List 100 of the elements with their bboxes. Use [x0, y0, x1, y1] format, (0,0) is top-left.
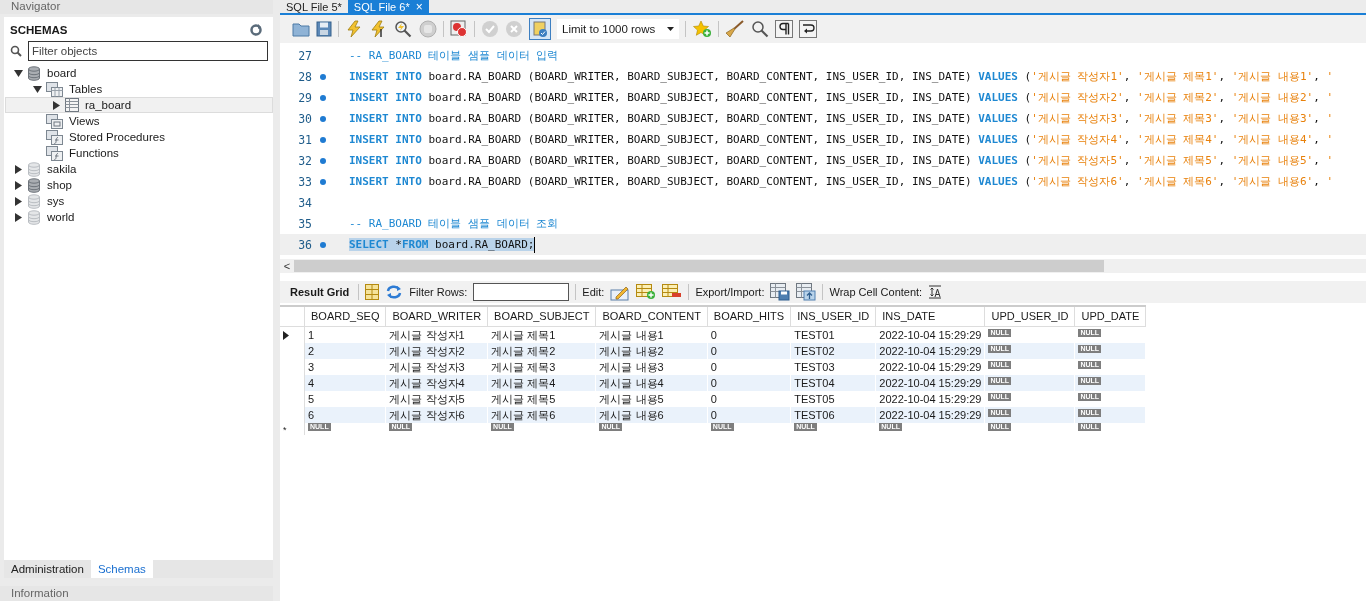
- line-number: 36: [297, 237, 312, 252]
- tree-item[interactable]: shop: [5, 177, 273, 193]
- statement-dot-icon: [320, 157, 326, 164]
- column-header[interactable]: BOARD_SEQ: [304, 306, 386, 327]
- table-cell: 게시글 작성자2: [385, 343, 488, 359]
- code-line: INSERT INTO board.RA_BOARD (BOARD_WRITER, BOARD_SUBJECT, BOARD_CONTENT, INS_USER_ID, INS_DATE) VALUES ('게시글 작성자3', '게시글 제목3', '게시글 내용3', ': [349, 111, 1334, 126]
- column-header[interactable]: BOARD_SUBJECT: [487, 306, 596, 327]
- table-cell: 0: [707, 375, 791, 391]
- text-cursor: [534, 236, 536, 253]
- table-cell: 게시글 제목4: [487, 375, 596, 391]
- expand-arrow-icon[interactable]: [14, 164, 23, 174]
- result-grid-tab[interactable]: Result Grid: [284, 286, 353, 298]
- table-cell: 게시글 제목2: [487, 343, 596, 359]
- expand-arrow-icon[interactable]: [14, 212, 23, 222]
- table-cell: TEST02: [790, 343, 876, 359]
- refresh-icon[interactable]: [385, 284, 404, 300]
- column-header[interactable]: INS_USER_ID: [790, 306, 876, 327]
- lightning-cursor-icon[interactable]: [369, 20, 387, 38]
- tree-item[interactable]: ra_board: [5, 97, 273, 113]
- import-icon[interactable]: [796, 283, 817, 301]
- search-icon: [10, 45, 22, 57]
- statement-dot-icon: [320, 94, 326, 101]
- code-line: INSERT INTO board.RA_BOARD (BOARD_WRITER, BOARD_SUBJECT, BOARD_CONTENT, INS_USER_ID, INS_DATE) VALUES ('게시글 작성자6', '게시글 제목6', '게시글 내용6', ': [349, 174, 1334, 189]
- error-toggle-icon[interactable]: [450, 20, 468, 38]
- star-plus-icon[interactable]: [692, 20, 712, 38]
- column-header[interactable]: UPD_DATE: [1075, 306, 1146, 327]
- toolbar-label: Filter Rows:: [409, 286, 468, 298]
- tree-item[interactable]: Stored Procedures: [5, 129, 273, 145]
- code-line: -- RA_BOARD 테이블 샘플 데이터 입력: [349, 48, 559, 63]
- tree-item[interactable]: board: [5, 65, 273, 81]
- autocommit-toggle-icon[interactable]: [529, 18, 551, 40]
- pilcrow-icon[interactable]: [775, 20, 793, 38]
- table-cell: TEST06: [790, 407, 876, 423]
- tree-item[interactable]: Tables: [5, 81, 273, 97]
- scrollbar-thumb[interactable]: [294, 260, 1104, 272]
- scroll-left-button[interactable]: <: [280, 260, 294, 272]
- export-icon[interactable]: [770, 283, 791, 301]
- line-number: 27: [297, 48, 312, 63]
- tree-item[interactable]: Views: [5, 113, 273, 129]
- expand-arrow-icon[interactable]: [52, 100, 61, 110]
- column-header[interactable]: BOARD_WRITER: [385, 306, 488, 327]
- caret-icon: [667, 27, 674, 31]
- table-cell: 게시글 작성자4: [385, 375, 488, 391]
- routines-group-icon: [46, 129, 63, 145]
- panel-tab[interactable]: Schemas: [90, 560, 153, 578]
- limit-dropdown[interactable]: Limit to 1000 rows: [557, 19, 679, 39]
- expand-arrow-icon[interactable]: [14, 180, 23, 190]
- panel-title: Information: [0, 586, 273, 601]
- table-cell: TEST04: [790, 375, 876, 391]
- filter-rows-field[interactable]: [473, 283, 570, 301]
- code-line: INSERT INTO board.RA_BOARD (BOARD_WRITER, BOARD_SUBJECT, BOARD_CONTENT, INS_USER_ID, INS_DATE) VALUES ('게시글 작성자5', '게시글 제목5', '게시글 내용5', ': [349, 153, 1334, 168]
- toolbar-label: Edit:: [582, 286, 605, 298]
- expand-arrow-icon[interactable]: [14, 196, 23, 206]
- folder-icon[interactable]: [292, 21, 310, 37]
- statement-dot-icon: [320, 115, 326, 122]
- filter-field[interactable]: Filter objects: [28, 41, 268, 61]
- code-line: -- RA_BOARD 테이블 샘플 데이터 조회: [349, 216, 559, 231]
- statement-dot-icon: [320, 73, 326, 80]
- column-header[interactable]: UPD_USER_ID: [984, 306, 1075, 327]
- wrap-icon[interactable]: [799, 20, 817, 38]
- wrap-text-icon[interactable]: [928, 285, 943, 299]
- tree-item[interactable]: sakila: [5, 161, 273, 177]
- table-cell: 0: [707, 407, 791, 423]
- current-row-arrow-icon: [283, 330, 289, 340]
- editor-tab[interactable]: SQL File 6* ×: [347, 0, 429, 13]
- toolbar-label: Wrap Cell Content:: [829, 286, 923, 298]
- tables-group-icon: [46, 81, 63, 97]
- column-header[interactable]: BOARD_HITS: [707, 306, 791, 327]
- collapse-arrow-icon[interactable]: [33, 84, 42, 94]
- broom-icon[interactable]: [725, 20, 745, 38]
- table-cell: 4: [304, 375, 386, 391]
- editor-tab[interactable]: SQL File 5*: [280, 0, 348, 13]
- collapse-arrow-icon[interactable]: [14, 68, 23, 78]
- table-cell: 게시글 내용6: [595, 407, 708, 423]
- line-number: 32: [297, 153, 312, 168]
- tree-item[interactable]: Functions: [5, 145, 273, 161]
- table-cell: 2: [304, 343, 386, 359]
- search-icon[interactable]: [751, 20, 769, 38]
- column-header[interactable]: BOARD_CONTENT: [595, 306, 708, 327]
- new-row-marker: *: [283, 425, 287, 435]
- save-icon[interactable]: [316, 21, 332, 37]
- add-row-icon[interactable]: [636, 284, 657, 300]
- delete-row-icon[interactable]: [662, 284, 683, 300]
- statement-dot-icon: [320, 136, 326, 143]
- tree-item[interactable]: sys: [5, 193, 273, 209]
- section-heading: SCHEMAS: [10, 24, 68, 36]
- line-number: 29: [297, 90, 312, 105]
- table-cell: 6: [304, 407, 386, 423]
- table-cell: 게시글 내용2: [595, 343, 708, 359]
- magnifier-lightning-icon[interactable]: [393, 20, 413, 38]
- panel-tab[interactable]: Administration: [4, 560, 91, 578]
- grid-form-icon[interactable]: [365, 284, 380, 300]
- code-line: INSERT INTO board.RA_BOARD (BOARD_WRITER, BOARD_SUBJECT, BOARD_CONTENT, INS_USER_ID, INS_DATE) VALUES ('게시글 작성자2', '게시글 제목2', '게시글 내용2', ': [349, 90, 1334, 105]
- line-number: 35: [297, 216, 312, 231]
- close-icon[interactable]: ×: [415, 0, 423, 13]
- table-cell: 2022-10-04 15:29:29: [875, 407, 985, 423]
- column-header[interactable]: INS_DATE: [875, 306, 985, 327]
- check-icon[interactable]: [481, 20, 499, 38]
- tree-item[interactable]: world: [5, 209, 273, 225]
- refresh-icon[interactable]: [249, 23, 263, 37]
